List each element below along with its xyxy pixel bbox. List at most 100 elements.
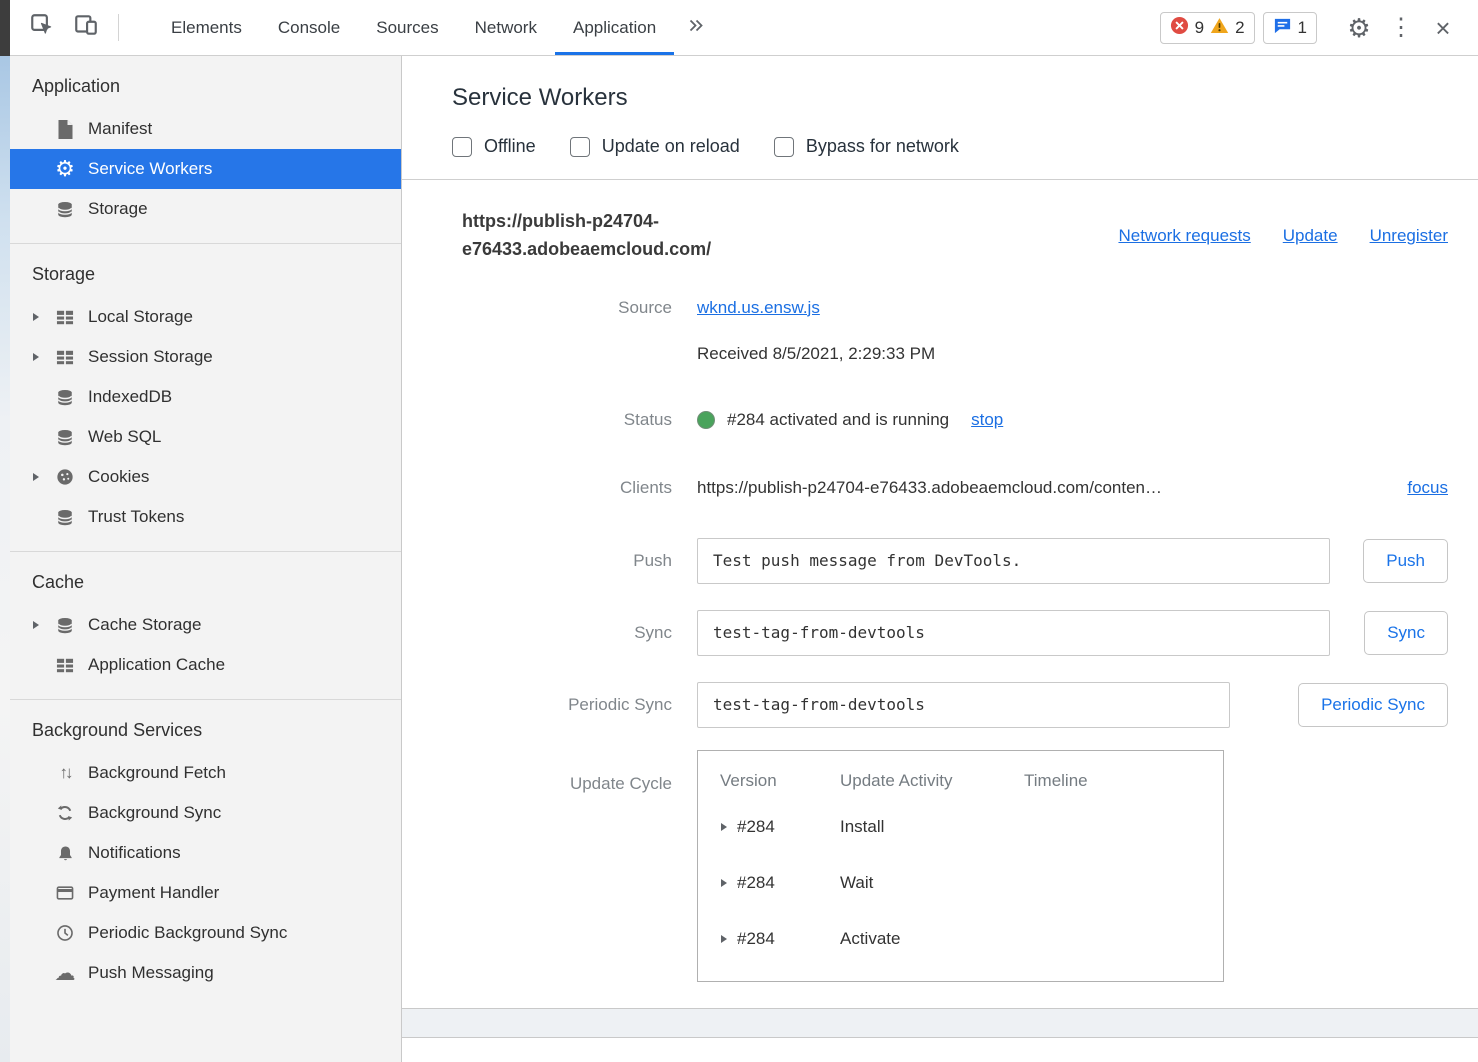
expand-arrow-icon[interactable] bbox=[32, 312, 46, 322]
warning-icon bbox=[1210, 17, 1229, 39]
periodic-sync-button[interactable]: Periodic Sync bbox=[1298, 683, 1448, 727]
sidebar-item-manifest[interactable]: Manifest bbox=[10, 109, 401, 149]
next-section-band bbox=[402, 1008, 1478, 1038]
devtools-window: Elements Console Sources Network Applica… bbox=[0, 0, 1478, 1062]
section-title: Storage bbox=[32, 264, 401, 285]
database-icon bbox=[54, 508, 76, 527]
expand-arrow-icon[interactable] bbox=[720, 873, 728, 893]
push-label: Push bbox=[462, 551, 672, 571]
worker-origin: https://publish-p24704-e76433.adobeaemcl… bbox=[462, 208, 762, 264]
stop-link[interactable]: stop bbox=[971, 410, 1003, 430]
sidebar-section-application: Application Manifest ⚙ Service Workers S… bbox=[10, 56, 401, 244]
expand-arrow-icon[interactable] bbox=[32, 472, 46, 482]
sidebar-item-session-storage[interactable]: Session Storage bbox=[10, 337, 401, 377]
update-link[interactable]: Update bbox=[1283, 226, 1338, 246]
checkbox-label[interactable]: Update on reload bbox=[602, 136, 740, 157]
sync-tag-input[interactable] bbox=[697, 610, 1330, 656]
expand-arrow-icon[interactable] bbox=[32, 352, 46, 362]
sync-button[interactable]: Sync bbox=[1364, 611, 1448, 655]
sidebar-item-cache-storage[interactable]: Cache Storage bbox=[10, 605, 401, 645]
toolbar-right-cluster: 9 2 1 ⚙ ⋮ × bbox=[1152, 0, 1478, 55]
sidebar-item-periodic-background-sync[interactable]: Periodic Background Sync bbox=[10, 913, 401, 953]
issues-badge[interactable]: 1 bbox=[1263, 12, 1317, 44]
sidebar-item-notifications[interactable]: Notifications bbox=[10, 833, 401, 873]
sidebar-item-web-sql[interactable]: Web SQL bbox=[10, 417, 401, 457]
sidebar-item-label: Session Storage bbox=[88, 347, 213, 367]
sidebar-item-push-messaging[interactable]: ☁ Push Messaging bbox=[10, 953, 401, 993]
sidebar-item-label: Notifications bbox=[88, 843, 181, 863]
sidebar-item-label: Manifest bbox=[88, 119, 152, 139]
database-icon bbox=[54, 616, 76, 635]
expand-arrow-icon[interactable] bbox=[720, 817, 728, 837]
tab-elements[interactable]: Elements bbox=[153, 0, 260, 55]
sidebar-item-service-workers[interactable]: ⚙ Service Workers bbox=[10, 149, 401, 189]
version-cell: #284 bbox=[737, 929, 775, 949]
column-update-activity: Update Activity bbox=[840, 771, 1024, 791]
sidebar-item-trust-tokens[interactable]: Trust Tokens bbox=[10, 497, 401, 537]
sidebar-item-storage[interactable]: Storage bbox=[10, 189, 401, 229]
checkbox-label[interactable]: Bypass for network bbox=[806, 136, 959, 157]
sidebar-item-background-fetch[interactable]: ↑↓ Background Fetch bbox=[10, 753, 401, 793]
periodic-sync-row: Periodic Sync Periodic Sync bbox=[462, 682, 1448, 728]
database-icon bbox=[54, 428, 76, 447]
sidebar-item-label: Application Cache bbox=[88, 655, 225, 675]
activity-cell: Wait bbox=[840, 873, 1024, 893]
sidebar-item-indexeddb[interactable]: IndexedDB bbox=[10, 377, 401, 417]
column-timeline: Timeline bbox=[1024, 771, 1201, 791]
push-row: Push Push bbox=[462, 538, 1448, 584]
tab-network[interactable]: Network bbox=[457, 0, 555, 55]
sidebar-item-payment-handler[interactable]: Payment Handler bbox=[10, 873, 401, 913]
status-running-dot bbox=[697, 411, 715, 429]
chevron-double-right-icon bbox=[688, 19, 703, 37]
sidebar-item-background-sync[interactable]: Background Sync bbox=[10, 793, 401, 833]
checkbox-box[interactable] bbox=[570, 137, 590, 157]
sidebar-item-application-cache[interactable]: Application Cache bbox=[10, 645, 401, 685]
push-message-input[interactable] bbox=[697, 538, 1330, 584]
application-sidebar: Application Manifest ⚙ Service Workers S… bbox=[10, 56, 402, 1062]
unregister-link[interactable]: Unregister bbox=[1370, 226, 1448, 246]
clients-label: Clients bbox=[462, 478, 672, 498]
sidebar-item-local-storage[interactable]: Local Storage bbox=[10, 297, 401, 337]
section-title: Application bbox=[32, 76, 401, 97]
table-icon bbox=[54, 349, 76, 366]
error-icon bbox=[1170, 16, 1189, 40]
bypass-for-network-checkbox[interactable]: Bypass for network bbox=[774, 136, 959, 157]
expand-arrow-icon[interactable] bbox=[720, 929, 728, 949]
close-devtools-button[interactable]: × bbox=[1422, 15, 1464, 41]
source-file-link[interactable]: wknd.us.ensw.js bbox=[697, 298, 820, 317]
kebab-menu-icon: ⋮ bbox=[1385, 16, 1417, 40]
expand-arrow-icon[interactable] bbox=[32, 620, 46, 630]
sidebar-item-label: Local Storage bbox=[88, 307, 193, 327]
status-text: #284 activated and is running bbox=[727, 410, 949, 430]
sidebar-item-cookies[interactable]: Cookies bbox=[10, 457, 401, 497]
tab-application[interactable]: Application bbox=[555, 0, 674, 55]
push-button[interactable]: Push bbox=[1363, 539, 1448, 583]
panel-tabs: Elements Console Sources Network Applica… bbox=[153, 0, 717, 55]
tab-console[interactable]: Console bbox=[260, 0, 358, 55]
focus-link[interactable]: focus bbox=[1407, 478, 1448, 498]
periodic-sync-tag-input[interactable] bbox=[697, 682, 1230, 728]
customize-menu-button[interactable]: ⋮ bbox=[1380, 16, 1422, 40]
network-requests-link[interactable]: Network requests bbox=[1118, 226, 1250, 246]
error-count: 9 bbox=[1195, 18, 1204, 38]
source-label: Source bbox=[462, 298, 672, 318]
device-toolbar-button[interactable] bbox=[64, 0, 108, 55]
update-on-reload-checkbox[interactable]: Update on reload bbox=[570, 136, 740, 157]
more-tabs-button[interactable] bbox=[674, 0, 717, 55]
database-icon bbox=[54, 200, 76, 219]
sidebar-item-label: Background Fetch bbox=[88, 763, 226, 783]
cookie-icon bbox=[54, 468, 76, 486]
section-title: Background Services bbox=[32, 720, 401, 741]
column-version: Version bbox=[720, 771, 840, 791]
checkbox-label[interactable]: Offline bbox=[484, 136, 536, 157]
checkbox-box[interactable] bbox=[774, 137, 794, 157]
version-cell: #284 bbox=[737, 817, 775, 837]
sidebar-item-label: Cookies bbox=[88, 467, 149, 487]
offline-checkbox[interactable]: Offline bbox=[452, 136, 536, 157]
console-errors-warnings-badge[interactable]: 9 2 bbox=[1160, 12, 1255, 44]
inspect-element-button[interactable] bbox=[20, 0, 64, 55]
tab-sources[interactable]: Sources bbox=[358, 0, 456, 55]
checkbox-box[interactable] bbox=[452, 137, 472, 157]
settings-button[interactable]: ⚙ bbox=[1338, 15, 1380, 41]
table-row-install: #284 Install bbox=[698, 799, 1223, 855]
